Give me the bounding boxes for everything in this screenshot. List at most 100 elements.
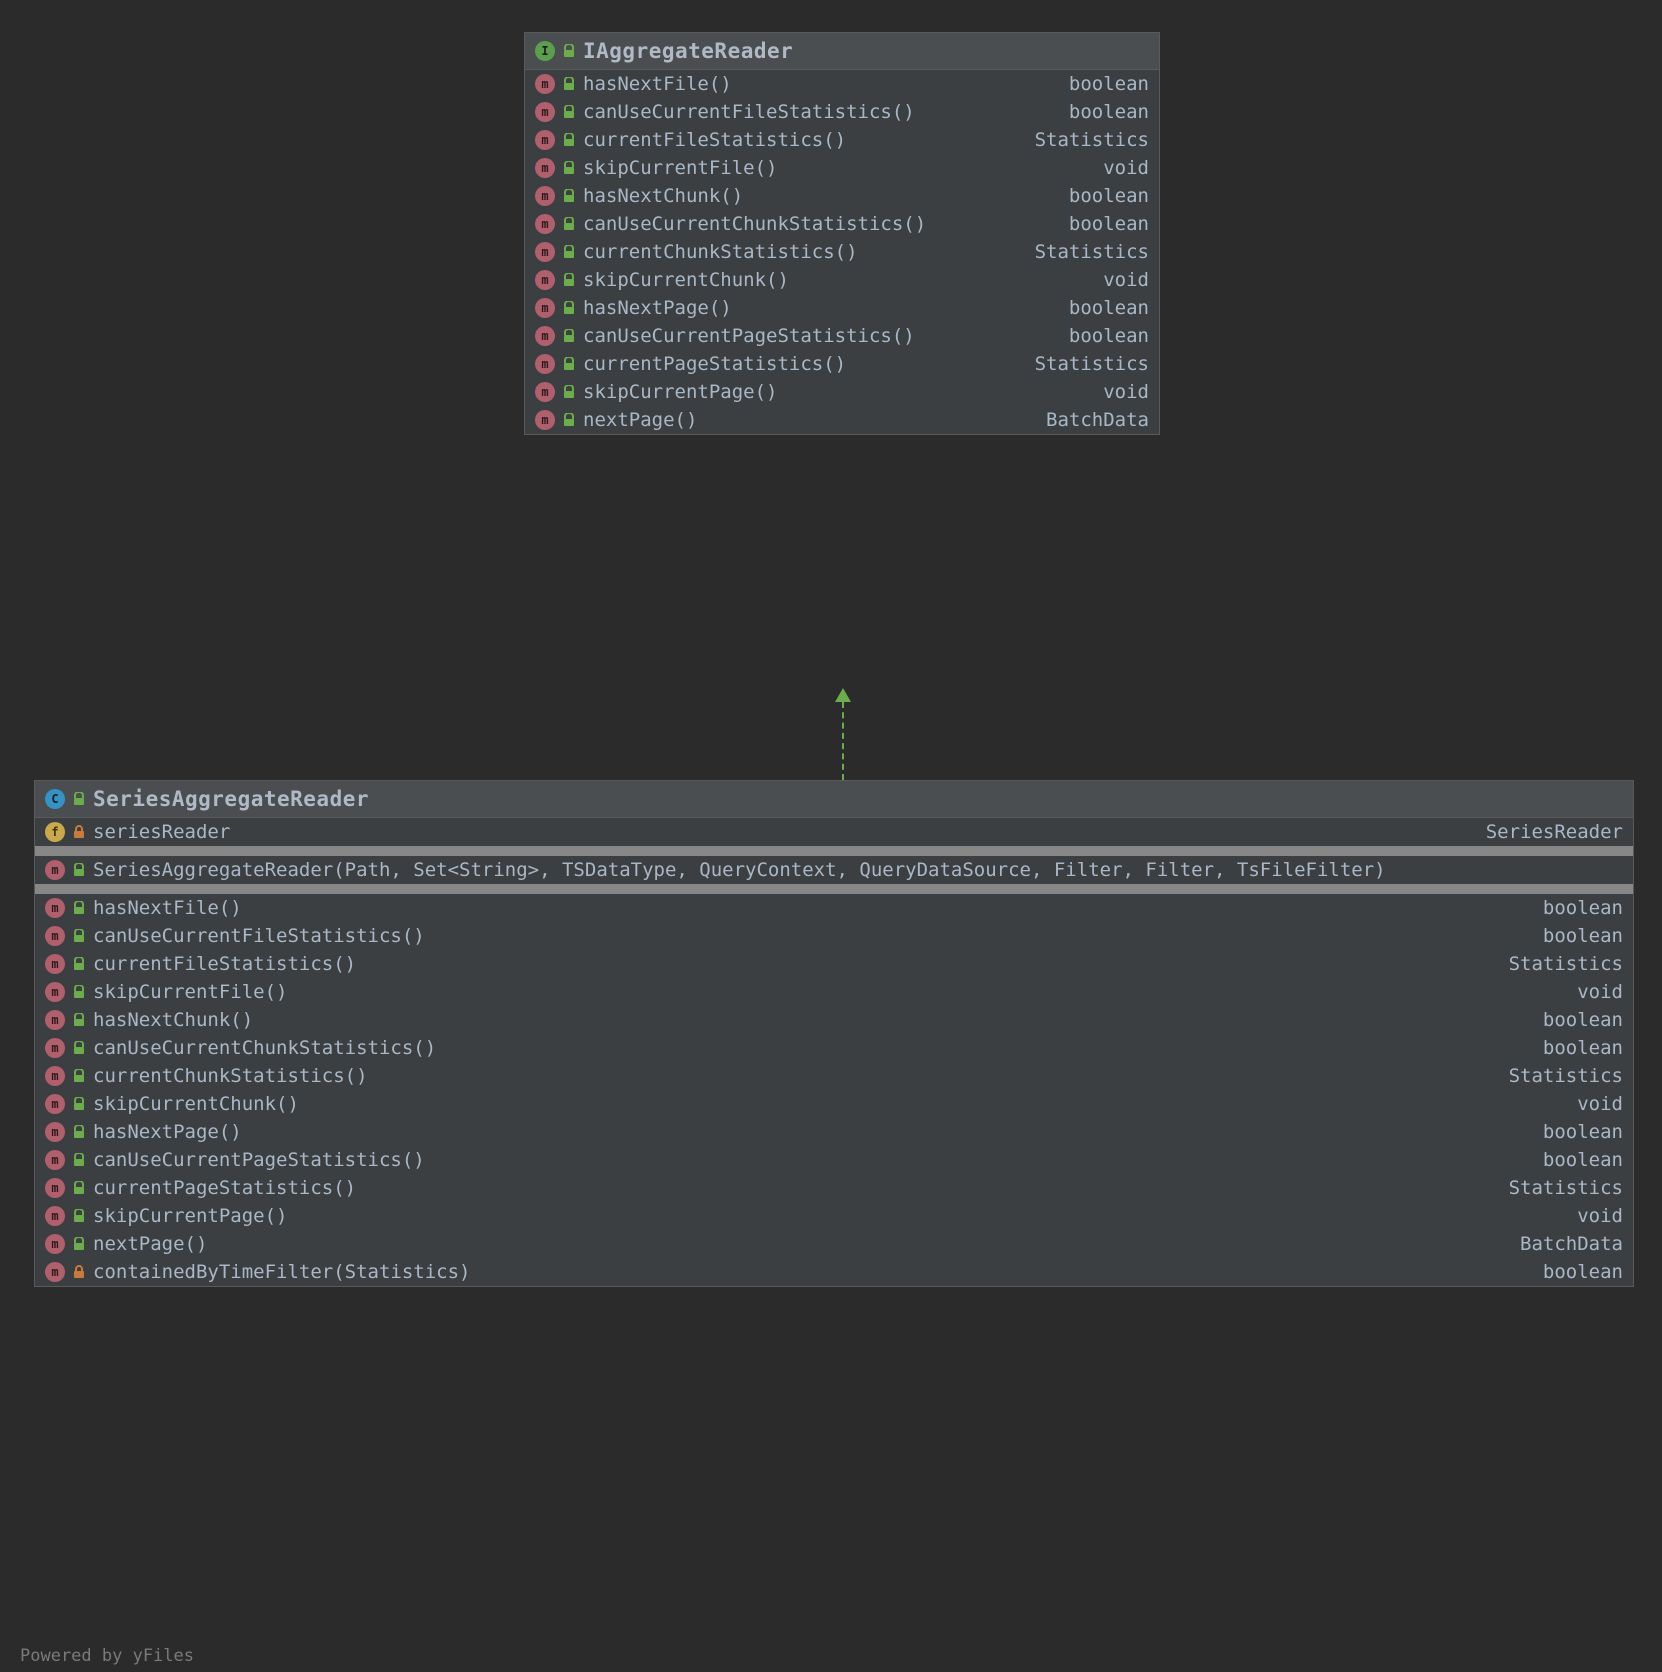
public-visibility-icon: [563, 189, 575, 203]
member-name: currentPageStatistics(): [583, 353, 846, 375]
member-return-type: boolean: [1069, 185, 1149, 207]
public-visibility-icon: [563, 329, 575, 343]
method-row: mcanUseCurrentFileStatistics()boolean: [525, 98, 1159, 126]
member-return-type: boolean: [1069, 325, 1149, 347]
method-icon: m: [45, 1094, 65, 1114]
method-icon: m: [535, 382, 555, 402]
method-icon: m: [45, 1066, 65, 1086]
private-visibility-icon: [73, 1265, 85, 1279]
member-name: canUseCurrentChunkStatistics(): [583, 213, 926, 235]
member-name: currentChunkStatistics(): [583, 241, 858, 263]
method-row: mskipCurrentFile()void: [35, 978, 1633, 1006]
member-name: currentFileStatistics(): [93, 953, 356, 975]
member-return-type: Statistics: [1035, 353, 1149, 375]
method-icon: m: [535, 270, 555, 290]
watermark-text: Powered by yFiles: [20, 1646, 194, 1666]
member-name: skipCurrentPage(): [583, 381, 777, 403]
member-return-type: boolean: [1069, 297, 1149, 319]
method-icon: m: [535, 214, 555, 234]
public-visibility-icon: [563, 357, 575, 371]
method-icon: m: [535, 158, 555, 178]
member-return-type: Statistics: [1035, 129, 1149, 151]
public-visibility-icon: [73, 957, 85, 971]
member-return-type: boolean: [1543, 1037, 1623, 1059]
member-return-type: boolean: [1543, 1121, 1623, 1143]
constructor-row: mSeriesAggregateReader(Path, Set<String>…: [35, 856, 1633, 884]
method-icon: m: [535, 410, 555, 430]
method-row: mhasNextChunk()boolean: [525, 182, 1159, 210]
method-icon: m: [535, 326, 555, 346]
member-name: hasNextChunk(): [583, 185, 743, 207]
method-row: mskipCurrentPage()void: [35, 1202, 1633, 1230]
member-name: canUseCurrentFileStatistics(): [93, 925, 425, 947]
public-visibility-icon: [73, 1181, 85, 1195]
member-return-type: BatchData: [1520, 1233, 1623, 1255]
method-icon: m: [45, 1178, 65, 1198]
panel-title: IAggregateReader: [583, 39, 793, 63]
method-icon: m: [45, 1234, 65, 1254]
method-row: m currentChunkStatistics() Statistics: [35, 1062, 1633, 1090]
method-row: mhasNextFile()boolean: [35, 894, 1633, 922]
public-visibility-icon: [563, 77, 575, 91]
method-row: mcurrentPageStatistics()Statistics: [35, 1174, 1633, 1202]
method-icon: m: [45, 954, 65, 974]
method-icon: m: [45, 1038, 65, 1058]
member-return-type: boolean: [1543, 1009, 1623, 1031]
method-icon: m: [535, 130, 555, 150]
method-row: mhasNextPage()boolean: [525, 294, 1159, 322]
method-row: mnextPage()BatchData: [35, 1230, 1633, 1258]
panel-header: I IAggregateReader: [525, 33, 1159, 70]
member-name: SeriesAggregateReader(Path, Set<String>,…: [93, 859, 1386, 881]
method-row: mhasNextFile()boolean: [525, 70, 1159, 98]
arrow-head-icon: [835, 688, 851, 702]
member-return-type: Statistics: [1509, 1065, 1623, 1087]
public-visibility-icon: [563, 105, 575, 119]
fields-list: fseriesReaderSeriesReader: [35, 818, 1633, 846]
public-visibility-icon: [73, 929, 85, 943]
member-name: canUseCurrentChunkStatistics(): [93, 1037, 436, 1059]
members-list: mhasNextFile()booleanmcanUseCurrentFileS…: [525, 70, 1159, 434]
method-icon: m: [535, 74, 555, 94]
method-row: mcurrentPageStatistics()Statistics: [525, 350, 1159, 378]
member-name: hasNextChunk(): [93, 1009, 253, 1031]
method-row: mhasNextChunk()boolean: [35, 1006, 1633, 1034]
member-name: currentChunkStatistics(): [93, 1065, 368, 1087]
uml-class-panel: C SeriesAggregateReader fseriesReaderSer…: [34, 780, 1634, 1287]
member-return-type: void: [1577, 1093, 1623, 1115]
method-row: mcanUseCurrentChunkStatistics()boolean: [525, 210, 1159, 238]
panel-header: C SeriesAggregateReader: [35, 781, 1633, 818]
member-name: nextPage(): [583, 409, 697, 431]
public-visibility-icon: [563, 245, 575, 259]
member-name: skipCurrentFile(): [583, 157, 777, 179]
public-visibility-icon: [563, 273, 575, 287]
method-row: mhasNextPage()boolean: [35, 1118, 1633, 1146]
member-return-type: Statistics: [1035, 241, 1149, 263]
public-visibility-icon: [563, 133, 575, 147]
member-name: containedByTimeFilter(Statistics): [93, 1261, 471, 1283]
panel-title: SeriesAggregateReader: [93, 787, 369, 811]
member-return-type: void: [1103, 381, 1149, 403]
method-row: mnextPage()BatchData: [525, 406, 1159, 434]
method-icon: m: [45, 1150, 65, 1170]
public-visibility-icon: [563, 301, 575, 315]
method-row: mcanUseCurrentPageStatistics()boolean: [525, 322, 1159, 350]
public-visibility-icon: [73, 1069, 85, 1083]
method-icon: m: [45, 926, 65, 946]
public-visibility-icon: [563, 44, 575, 58]
member-return-type: void: [1103, 269, 1149, 291]
public-visibility-icon: [73, 863, 85, 877]
member-return-type: boolean: [1543, 897, 1623, 919]
public-visibility-icon: [73, 1041, 85, 1055]
public-visibility-icon: [73, 1125, 85, 1139]
uml-interface-panel: I IAggregateReader mhasNextFile()boolean…: [524, 32, 1160, 435]
member-return-type: boolean: [1543, 1149, 1623, 1171]
member-name: skipCurrentChunk(): [583, 269, 789, 291]
public-visibility-icon: [563, 161, 575, 175]
method-row: m skipCurrentChunk() void: [525, 266, 1159, 294]
method-icon: m: [45, 1122, 65, 1142]
member-name: currentFileStatistics(): [583, 129, 846, 151]
public-visibility-icon: [563, 385, 575, 399]
member-return-type: boolean: [1543, 925, 1623, 947]
field-icon: f: [45, 822, 65, 842]
method-row: mcanUseCurrentPageStatistics()boolean: [35, 1146, 1633, 1174]
